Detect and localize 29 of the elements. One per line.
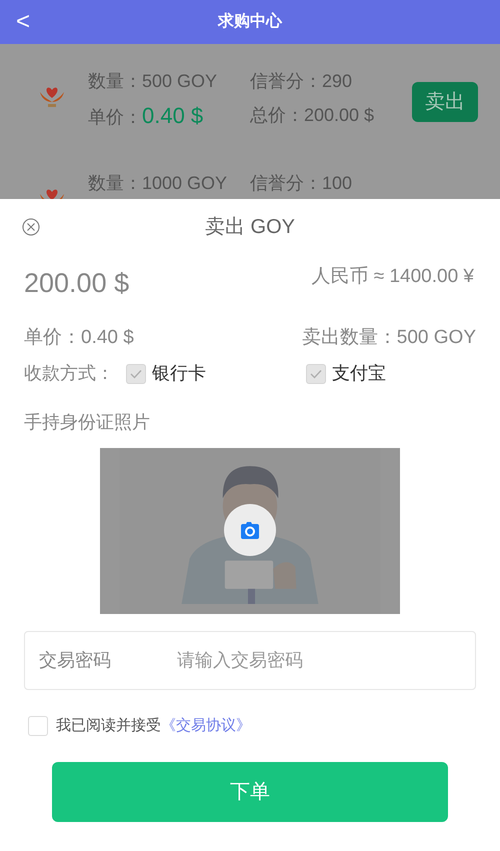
credit-text: 信誉分：290	[250, 70, 354, 93]
page-title: 求购中心	[218, 11, 282, 32]
amount-text: 200.00 $	[24, 267, 130, 300]
sheet-title: 卖出 GOY	[204, 215, 295, 240]
unit-price-text: 单价：0.40 $	[24, 326, 134, 350]
photo-label: 手持身份证照片	[24, 411, 151, 434]
password-field[interactable]: 交易密码 请输入交易密码	[24, 631, 476, 690]
payment-method-label: 收款方式：	[24, 362, 115, 385]
back-button[interactable]: <	[0, 10, 46, 34]
unit-price-text: 单价：0.40 $	[88, 102, 204, 130]
check-icon	[310, 368, 322, 378]
total-price-text: 总价：200.00 $	[250, 104, 376, 127]
close-icon[interactable]	[22, 218, 40, 236]
camera-icon	[240, 522, 260, 538]
agreement-link[interactable]: 《交易协议》	[161, 715, 251, 738]
password-input[interactable]: 请输入交易密码	[177, 647, 461, 674]
checkbox[interactable]	[28, 716, 48, 736]
agreement-text: 我已阅读并接受	[56, 716, 161, 736]
quantity-text: 数量：1000 GOY	[88, 172, 228, 195]
sell-button[interactable]: 卖出	[412, 82, 478, 122]
quantity-text: 数量：500 GOY	[88, 70, 218, 93]
payment-method-label: 支付宝	[332, 362, 386, 385]
place-order-button[interactable]: 下单	[52, 762, 448, 822]
payment-method-label: 银行卡	[152, 362, 206, 385]
check-icon	[130, 368, 142, 378]
credit-text: 信誉分：100	[250, 172, 354, 195]
cny-amount-text: 人民币 ≈ 1400.00 ¥	[311, 265, 474, 289]
sell-quantity-text: 卖出数量：500 GOY	[302, 326, 476, 350]
password-label: 交易密码	[39, 649, 112, 672]
